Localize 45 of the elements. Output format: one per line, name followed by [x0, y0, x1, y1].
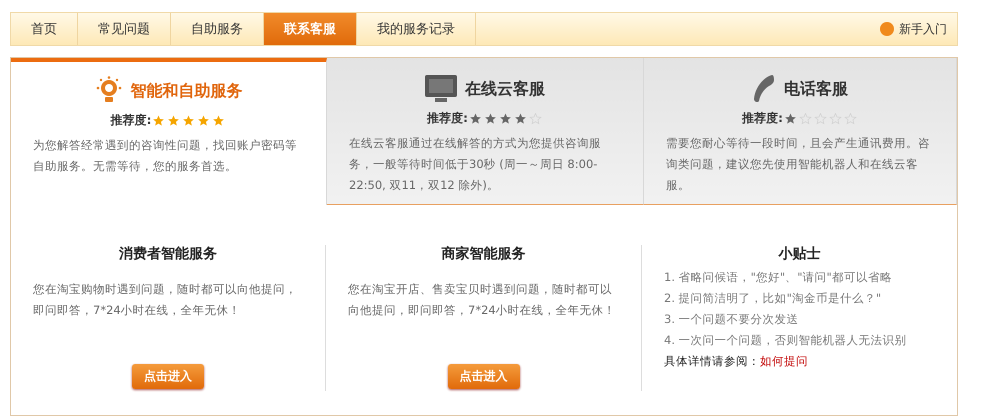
service-heading: 消费者智能服务 — [119, 245, 217, 263]
service-title: 在线云客服 — [465, 78, 545, 100]
star-icon — [167, 114, 180, 126]
service-tab[interactable]: 在线云客服 推荐度: 在线云客服通过在线解答的方式为您提供咨询服务，一般等待时间低于30秒 (周一～周日 8:00-22:50, 双11，双12 除外)。 — [327, 58, 644, 205]
monitor-icon — [425, 75, 457, 103]
service-title: 智能和自助服务 — [130, 80, 242, 102]
star-icon — [784, 112, 797, 124]
service-description: 您在淘宝购物时遇到问题，随时都可以向他提问，即问即答，7*24小时在线，全年无休！ — [33, 281, 298, 319]
service-title: 电话客服 — [784, 78, 848, 100]
service-description: 为您解答经常遇到的咨询性问题，找回账户密码等自助服务。无需等待，您的服务首选。 — [33, 137, 298, 175]
star-icon — [212, 114, 226, 126]
star-icon — [528, 112, 542, 124]
service-tab[interactable]: 智能和自助服务 推荐度: 为您解答经常遇到的咨询性问题，找回账户密码等自助服务。无需等待，您的服务首选。 — [11, 58, 327, 205]
nav-tab[interactable]: 首页 — [11, 13, 78, 45]
star-icon — [197, 114, 210, 126]
help-icon — [880, 22, 894, 36]
star-icon — [182, 114, 196, 126]
nav-tab[interactable]: 我的服务记录 — [357, 13, 476, 45]
how-to-ask-link[interactable]: 如何提问 — [760, 351, 808, 372]
service-heading: 商家智能服务 — [442, 245, 526, 263]
star-icon — [798, 112, 812, 124]
rating-label: 推荐度: — [110, 112, 152, 129]
tip-item: 1. 省略问候语，"您好"、"请问"都可以省略 — [664, 269, 892, 286]
tips-heading: 小贴士 — [778, 245, 820, 263]
tip-item: 3. 一个问题不要分次发送 — [664, 311, 799, 328]
service-description: 在线云客服通过在线解答的方式为您提供咨询服务，一般等待时间低于30秒 (周一～周日 8:00-22:50, 双11，双12 除外)。 — [349, 135, 602, 194]
service-tab[interactable]: 电话客服 推荐度: 需要您耐心等待一段时间，且会产生通讯费用。咨询类问题，建议您先使用智能机器人和在线云客服。 — [644, 58, 957, 205]
more-label: 具体详情请参阅： — [664, 353, 760, 370]
tip-item: 4. 一次问一个问题，否则智能机器人无法识别 — [664, 332, 907, 349]
star-icon — [828, 112, 842, 124]
star-icon — [468, 112, 482, 124]
help-link[interactable]: 新手入门 — [880, 13, 957, 45]
rating-label: 推荐度: — [742, 110, 783, 127]
nav-tab[interactable]: 常见问题 — [78, 13, 171, 45]
star-icon — [484, 112, 497, 124]
star-icon — [814, 112, 827, 124]
star-icon — [844, 112, 857, 124]
phone-icon — [752, 74, 776, 104]
tip-item: 2. 提问简洁明了，比如"淘金币是什么？" — [664, 290, 882, 307]
service-description: 需要您耐心等待一段时间，且会产生通讯费用。咨询类问题，建议您先使用智能机器人和在线云客服。 — [666, 135, 931, 194]
service-description: 您在淘宝开店、售卖宝贝时遇到问题，随时都可以向他提问，即问即答，7*24小时在线，全年无休！ — [348, 281, 617, 319]
star-icon — [152, 114, 166, 126]
rating-label: 推荐度: — [427, 110, 468, 127]
star-icon — [514, 112, 527, 124]
star-icon — [498, 112, 512, 124]
